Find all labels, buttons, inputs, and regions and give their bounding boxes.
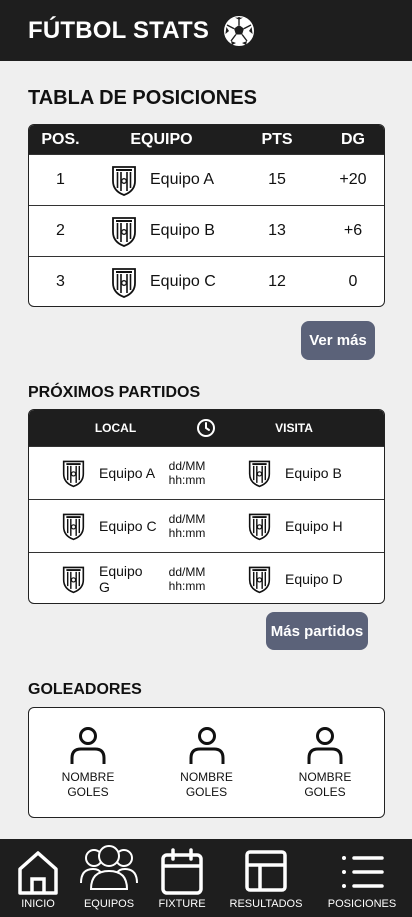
row-pos: 3 (56, 273, 65, 290)
match-datetime: dd/MM hh:mm (157, 459, 217, 487)
ver-mas-button[interactable]: Ver más (301, 321, 375, 360)
row-dg: 0 (348, 273, 358, 290)
table-row[interactable]: 3 Equipo C 12 0 (29, 256, 384, 307)
team-crest-icon (110, 164, 138, 196)
row-team: Equipo A (92, 164, 231, 196)
nav-label: POSICIONES (327, 898, 397, 910)
standings-title: TABLA DE POSICIONES (28, 87, 257, 109)
clock-icon (197, 419, 215, 437)
team-crest-icon (61, 458, 86, 488)
user-icon (187, 726, 227, 766)
col-dg: DG (341, 130, 365, 148)
home-team: Equipo A (29, 458, 157, 488)
nav-item-inicio[interactable]: INICIO (8, 839, 68, 917)
scorer-name: NOMBRE (298, 770, 352, 784)
nav-item-equipos[interactable]: EQUIPOS (78, 839, 140, 917)
scorer-name: NOMBRE (180, 770, 233, 784)
nav-item-fixture[interactable]: FIXTURE (152, 839, 212, 917)
scorer-goals: GOLES (304, 785, 346, 799)
match-datetime: dd/MM hh:mm (157, 512, 217, 540)
user-icon (305, 726, 345, 766)
nav-label: INICIO (21, 898, 55, 910)
nav-item-posiciones[interactable]: POSICIONES (322, 839, 402, 917)
app-header: FÚTBOL STATS (0, 0, 412, 61)
team-crest-icon (61, 564, 86, 594)
row-pos: 2 (56, 222, 65, 239)
team-crest-icon (110, 215, 138, 247)
row-team: Equipo C (92, 266, 231, 298)
standings-header-row: POS. EQUIPO PTS DG (29, 125, 384, 154)
match-time: hh:mm (168, 473, 206, 487)
matches-table: LOCAL VISITA Equipo A dd/MM hh:mm Equipo … (28, 409, 385, 604)
team-crest-icon (110, 266, 138, 298)
away-team: Equipo D (217, 564, 345, 594)
standings-table: POS. EQUIPO PTS DG 1 Equipo A 15 +20 2 E… (28, 124, 385, 307)
nav-label: FIXTURE (158, 898, 206, 910)
scorer-goals: GOLES (185, 785, 228, 799)
away-team: Equipo H (217, 511, 345, 541)
row-team: Equipo B (92, 215, 231, 247)
home-team-name: Equipo G (99, 563, 143, 595)
matches-header-row: LOCAL VISITA (29, 410, 384, 446)
row-pts: 15 (268, 171, 286, 188)
users-icon (80, 845, 138, 890)
app-title: FÚTBOL STATS (28, 16, 210, 44)
match-date: dd/MM (168, 459, 206, 473)
col-pts: PTS (261, 130, 293, 148)
soccer-ball-icon (224, 15, 255, 46)
row-dg: +6 (343, 222, 363, 239)
away-team: Equipo B (217, 458, 345, 488)
match-row[interactable]: Equipo G dd/MM hh:mm Equipo D (29, 552, 384, 603)
scorers-card: NOMBRE GOLES NOMBRE GOLES NOMBRE GOLES (28, 707, 385, 818)
scorers-title: GOLEADORES (28, 681, 142, 698)
scorer-item[interactable]: NOMBRE GOLES (180, 726, 234, 817)
matches-title: PRÓXIMOS PARTIDOS (28, 384, 201, 401)
row-pts: 12 (268, 273, 286, 290)
team-name: Equipo B (150, 222, 215, 239)
scorer-item[interactable]: NOMBRE GOLES (61, 726, 115, 817)
away-team-name: Equipo D (285, 571, 343, 587)
row-pos: 1 (56, 171, 65, 188)
team-crest-icon (247, 458, 272, 488)
home-team-name: Equipo C (99, 518, 157, 534)
team-crest-icon (247, 564, 272, 594)
col-local: LOCAL (94, 421, 137, 435)
list-icon (342, 856, 384, 888)
match-row[interactable]: Equipo C dd/MM hh:mm Equipo H (29, 499, 384, 552)
team-name: Equipo A (150, 171, 215, 188)
away-team-name: Equipo H (285, 518, 343, 534)
user-icon (68, 726, 108, 766)
nav-label: EQUIPOS (83, 898, 135, 910)
match-date: dd/MM (168, 565, 206, 579)
away-team-name: Equipo B (285, 465, 342, 481)
row-dg: +20 (339, 171, 367, 188)
match-datetime: dd/MM hh:mm (157, 565, 217, 593)
calendar-icon (161, 848, 203, 895)
nav-item-resultados[interactable]: RESULTADOS (226, 839, 306, 917)
home-team-name: Equipo A (99, 465, 156, 481)
home-icon (18, 851, 58, 895)
col-visita: VISITA (275, 421, 313, 435)
team-name: Equipo C (150, 273, 216, 290)
bottom-nav: INICIO EQUIPOS FIXTURE RESULTADOS POSICI… (0, 839, 412, 917)
match-row[interactable]: Equipo A dd/MM hh:mm Equipo B (29, 446, 384, 499)
scorer-goals: GOLES (67, 785, 109, 799)
nav-label: RESULTADOS (229, 898, 303, 910)
match-time: hh:mm (168, 579, 206, 593)
team-crest-icon (247, 511, 272, 541)
home-team: Equipo C (29, 511, 157, 541)
row-pts: 13 (268, 222, 286, 239)
col-pos: POS. (41, 130, 80, 148)
table-row[interactable]: 2 Equipo B 13 +6 (29, 205, 384, 256)
match-date: dd/MM (168, 512, 206, 526)
scorer-name: NOMBRE (61, 770, 115, 784)
table-row[interactable]: 1 Equipo A 15 +20 (29, 154, 384, 205)
col-team: EQUIPO (130, 130, 193, 148)
home-team: Equipo G (29, 563, 157, 595)
team-crest-icon (61, 511, 86, 541)
mas-partidos-button[interactable]: Más partidos (266, 612, 368, 650)
match-time: hh:mm (168, 526, 206, 540)
grid-icon (245, 850, 287, 892)
scorer-item[interactable]: NOMBRE GOLES (298, 726, 352, 817)
